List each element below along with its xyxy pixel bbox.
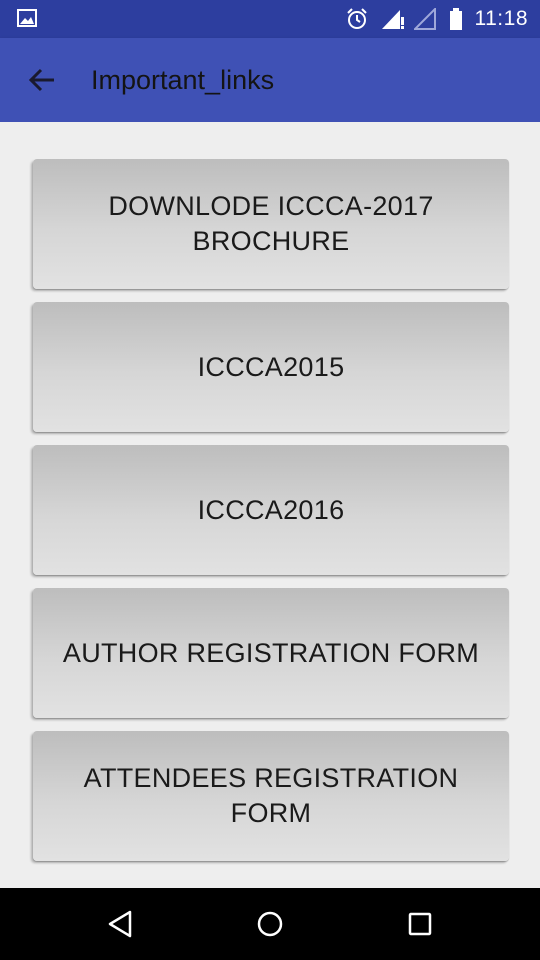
attendees-registration-button[interactable]: ATTENDEES REGISTRATION FORM [33, 731, 509, 861]
back-button[interactable] [20, 58, 64, 102]
nav-recents-button[interactable] [398, 902, 442, 946]
links-list: DOWNLODE ICCCA-2017 BROCHURE ICCCA2015 I… [0, 122, 540, 888]
alarm-icon [347, 8, 367, 29]
nav-home-button[interactable] [248, 902, 292, 946]
navigation-bar [0, 888, 540, 960]
button-label: ATTENDEES REGISTRATION FORM [83, 763, 459, 828]
iccca2015-button[interactable]: ICCCA2015 [33, 302, 509, 432]
arrow-left-icon [28, 68, 54, 92]
clock-time: 11:18 [474, 7, 528, 30]
recents-square-icon [408, 912, 432, 936]
author-registration-button[interactable]: AUTHOR REGISTRATION FORM [33, 588, 509, 718]
download-brochure-button[interactable]: DOWNLODE ICCCA-2017 BROCHURE [33, 159, 509, 289]
page-title: Important_links [91, 65, 275, 95]
button-label: ICCCA2016 [197, 494, 345, 525]
button-label: AUTHOR REGISTRATION FORM [62, 637, 480, 668]
home-circle-icon [257, 911, 283, 937]
back-triangle-icon [108, 910, 132, 938]
app-bar: Important_links [0, 38, 540, 122]
button-label: DOWNLODE ICCCA-2017 BROCHURE [108, 191, 434, 256]
status-bar: 11:18 [0, 0, 540, 38]
signal-empty-icon [414, 8, 436, 30]
button-label: ICCCA2015 [197, 351, 345, 382]
nav-back-button[interactable] [98, 902, 142, 946]
battery-icon [450, 8, 462, 30]
signal-icon [382, 10, 404, 29]
iccca2016-button[interactable]: ICCCA2016 [33, 445, 509, 575]
image-icon [17, 9, 37, 27]
